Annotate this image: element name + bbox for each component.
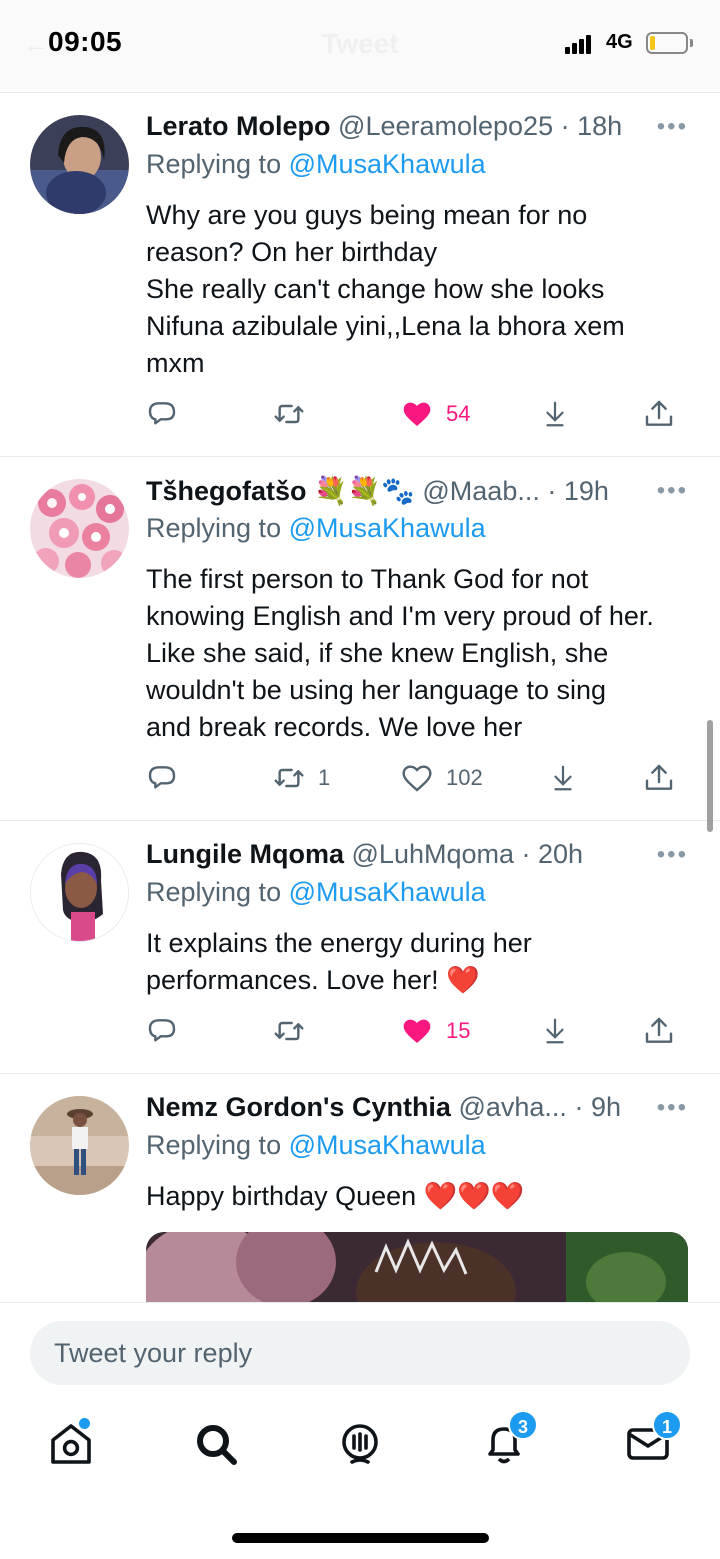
like-count: 54 (446, 401, 471, 426)
nav-messages[interactable]: 1 (624, 1410, 682, 1468)
user-name[interactable]: Tšhegofatšo 💐💐🐾 (146, 476, 415, 506)
notifications-badge: 3 (508, 1410, 538, 1440)
tweet-time: · 9h (574, 1092, 621, 1122)
reply-icon (148, 402, 176, 425)
tweet-actions: 15 (146, 1011, 681, 1051)
share-tray-button[interactable] (540, 394, 570, 434)
user-name[interactable]: Nemz Gordon's Cynthia (146, 1092, 451, 1122)
status-bar: ← Tweet 09:05 4G (0, 0, 720, 90)
nav-home[interactable] (47, 1418, 95, 1468)
retweet-button[interactable] (272, 394, 318, 434)
battery-icon (646, 32, 688, 54)
like-icon (402, 765, 432, 792)
download-icon (554, 765, 572, 791)
like-button[interactable]: 102 (400, 758, 483, 798)
avatar[interactable] (30, 115, 129, 214)
reply-button[interactable] (146, 758, 178, 798)
home-new-indicator (79, 1418, 90, 1429)
like-count: 102 (446, 765, 483, 790)
replying-to: Replying to @MusaKhawula (146, 513, 486, 543)
mention-link[interactable]: @MusaKhawula (289, 877, 486, 907)
mention-link[interactable]: @MusaKhawula (289, 149, 486, 179)
user-handle[interactable]: @Leeramolepo25 (338, 111, 553, 141)
share-button[interactable] (643, 1011, 675, 1051)
reply-input[interactable] (30, 1321, 690, 1385)
mention-link[interactable]: @MusaKhawula (289, 513, 486, 543)
tweet-reply[interactable]: Nemz Gordon's Cynthia @avha... · 9h ••• … (0, 1073, 720, 1302)
more-icon[interactable]: ••• (657, 113, 688, 141)
tweet-text: Why are you guys being mean for no reaso… (146, 200, 625, 378)
user-handle[interactable]: @Maab... (422, 476, 539, 506)
like-button[interactable]: 54 (400, 394, 470, 434)
scrollbar[interactable] (707, 720, 713, 832)
more-icon[interactable]: ••• (657, 477, 688, 505)
like-count: 15 (446, 1018, 471, 1043)
mention-link[interactable]: @MusaKhawula (289, 1130, 486, 1160)
home-indicator[interactable] (232, 1533, 489, 1543)
share-button[interactable] (643, 758, 675, 798)
reply-composer (0, 1302, 720, 1402)
reply-button[interactable] (146, 1011, 178, 1051)
tweet-text: Happy birthday Queen ❤️❤️❤️ (146, 1181, 525, 1211)
signal-icon (565, 34, 597, 54)
tweet-reply[interactable]: Lerato Molepo @Leeramolepo25 · 18h ••• R… (0, 92, 720, 456)
retweet-icon (274, 404, 304, 424)
more-icon[interactable]: ••• (657, 1094, 688, 1122)
retweet-button[interactable] (272, 1011, 318, 1051)
tweet-actions: 54 (146, 394, 681, 434)
messages-badge: 1 (652, 1410, 682, 1440)
tweet-actions: 1 102 (146, 758, 681, 798)
search-icon (197, 1425, 237, 1465)
tweet-time: · 18h (560, 111, 623, 141)
avatar[interactable] (30, 479, 129, 578)
replying-to: Replying to @MusaKhawula (146, 1130, 486, 1160)
like-icon (403, 402, 431, 426)
download-icon (546, 1018, 564, 1044)
avatar[interactable] (30, 843, 129, 942)
like-button[interactable]: 15 (400, 1011, 470, 1051)
tweet-reply[interactable]: Tšhegofatšo 💐💐🐾 @Maab... · 19h ••• Reply… (0, 456, 720, 820)
user-name[interactable]: Lungile Mqoma (146, 839, 344, 869)
share-tray-button[interactable] (548, 758, 578, 798)
replying-to: Replying to @MusaKhawula (146, 877, 486, 907)
tweet-time: · 19h (547, 476, 609, 506)
tweet-text: The first person to Thank God for not kn… (146, 564, 654, 742)
retweet-button[interactable]: 1 (272, 758, 330, 798)
more-icon[interactable]: ••• (657, 841, 688, 869)
reply-icon (148, 766, 176, 789)
nav-search[interactable] (192, 1420, 240, 1468)
user-name[interactable]: Lerato Molepo (146, 111, 331, 141)
retweet-icon (274, 1021, 304, 1041)
network-type: 4G (606, 31, 633, 53)
download-icon (546, 401, 564, 427)
reply-icon (148, 1019, 176, 1042)
reply-button[interactable] (146, 394, 178, 434)
tweet-reply[interactable]: Lungile Mqoma @LuhMqoma · 20h ••• Replyi… (0, 820, 720, 1073)
share-icon (645, 400, 673, 426)
replying-to: Replying to @MusaKhawula (146, 149, 486, 179)
retweet-icon (274, 768, 304, 788)
share-icon (645, 1017, 673, 1043)
tweet-photo[interactable] (146, 1232, 688, 1302)
like-icon (403, 1019, 431, 1043)
spaces-icon (342, 1424, 378, 1464)
status-time: 09:05 (48, 26, 123, 57)
nav-notifications[interactable]: 3 (480, 1410, 538, 1468)
user-handle[interactable]: @LuhMqoma (352, 839, 515, 869)
avatar[interactable] (30, 1096, 129, 1195)
share-button[interactable] (643, 394, 675, 434)
retweet-count: 1 (318, 765, 331, 790)
bottom-nav: 3 1 (0, 1402, 720, 1492)
share-icon (645, 764, 673, 790)
tweet-time: · 20h (521, 839, 584, 869)
user-handle[interactable]: @avha... (458, 1092, 566, 1122)
tweet-text: It explains the energy during her perfor… (146, 928, 532, 995)
nav-spaces[interactable] (336, 1420, 384, 1468)
share-tray-button[interactable] (540, 1011, 570, 1051)
